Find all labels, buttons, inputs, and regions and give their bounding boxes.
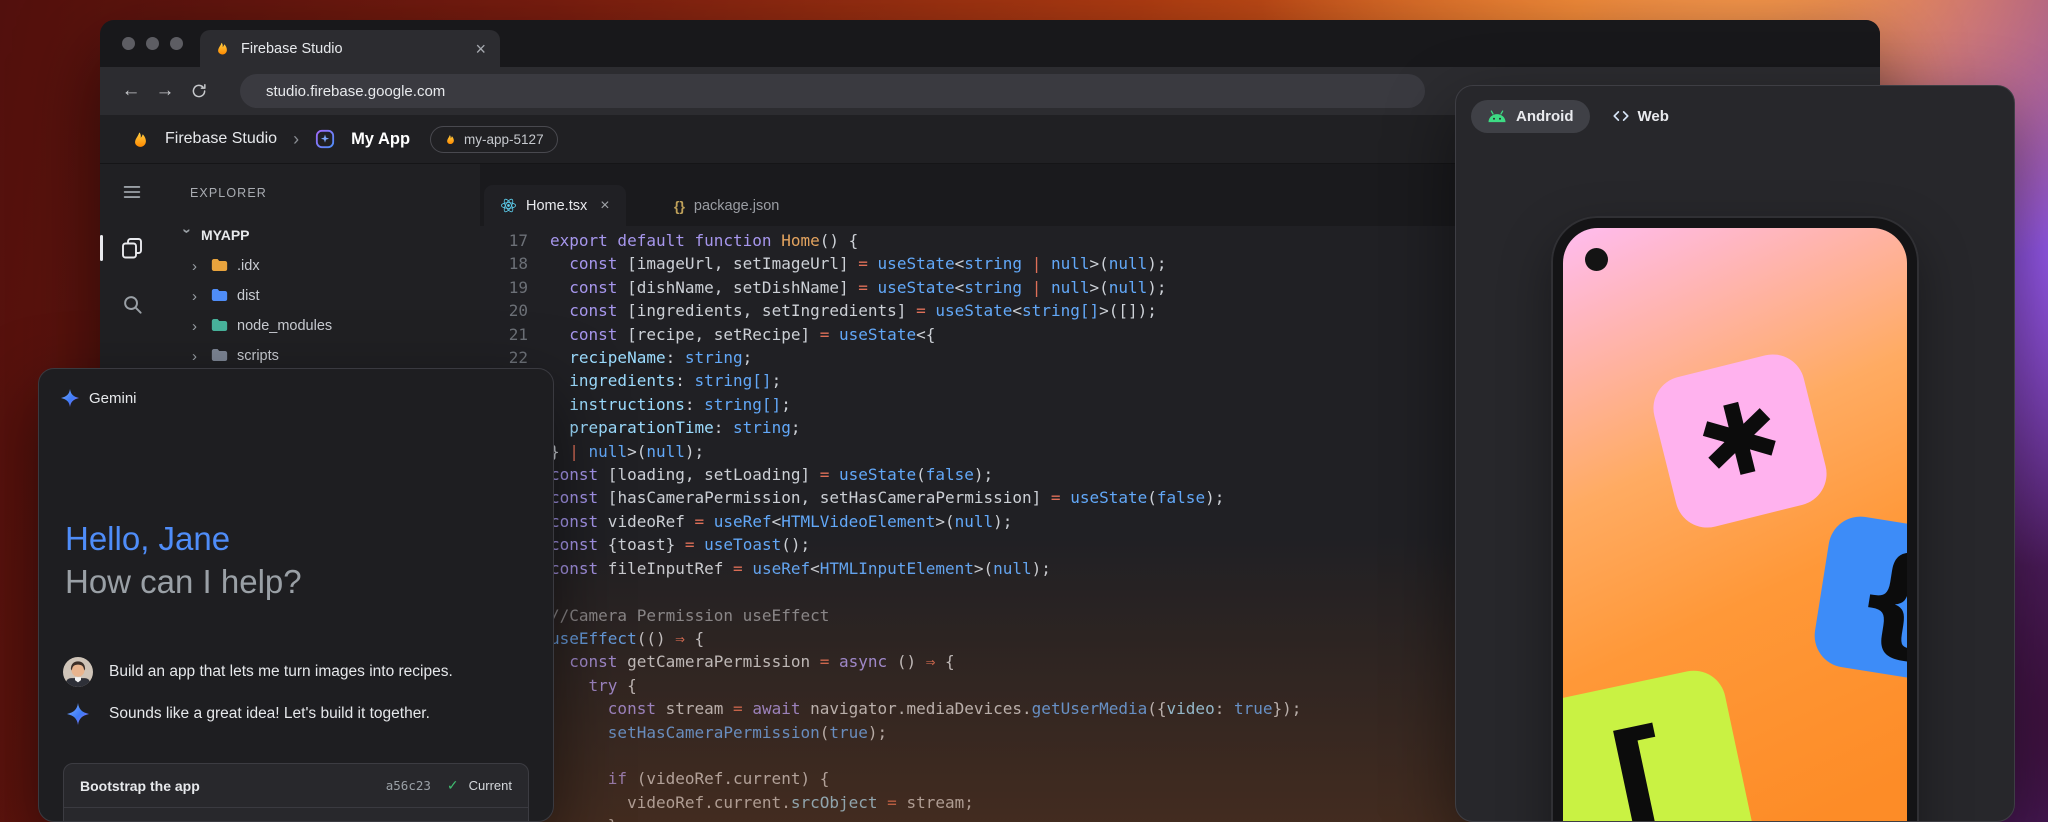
tree-item-label: node_modules xyxy=(237,318,332,334)
tree-item-dist[interactable]: › dist xyxy=(164,281,480,311)
tree-root-label: MYAPP xyxy=(201,227,250,243)
product-name[interactable]: Firebase Studio xyxy=(165,130,277,148)
react-icon xyxy=(500,197,517,214)
app-tile-brace[interactable]: { xyxy=(1810,512,1907,686)
file-tree: › .idx › dist › node_modules › scripts xyxy=(164,251,480,371)
commit-hash: a56c23 xyxy=(386,778,431,793)
tree-item-node_modules[interactable]: › node_modules xyxy=(164,311,480,341)
status-label: Current xyxy=(469,778,512,793)
folder-icon xyxy=(211,348,228,364)
search-icon xyxy=(121,293,144,316)
tree-item-label: dist xyxy=(237,288,260,304)
chevron-down-icon: › xyxy=(179,229,196,239)
firebase-flame-icon xyxy=(214,40,231,57)
tree-item-label: .idx xyxy=(237,258,260,274)
search-rail-button[interactable] xyxy=(100,276,164,332)
device-screen: ✱ { [ xyxy=(1563,228,1907,822)
user-avatar xyxy=(63,657,93,687)
hamburger-menu-icon xyxy=(121,181,143,203)
firebase-flame-icon xyxy=(444,133,457,146)
preview-tab-label: Web xyxy=(1638,108,1669,125)
preview-tabs: Android Web xyxy=(1471,99,1679,133)
editor-tab-label: package.json xyxy=(694,198,779,214)
chat-message-user: Build an app that lets me turn images in… xyxy=(63,657,453,687)
greeting-line-1: Hello, Jane xyxy=(65,517,302,560)
preview-tab-android[interactable]: Android xyxy=(1471,100,1590,133)
chat-message-text: Sounds like a great idea! Let's build it… xyxy=(109,705,430,723)
gemini-title: Gemini xyxy=(89,390,137,407)
window-controls xyxy=(122,37,183,50)
code-brackets-icon xyxy=(1612,107,1630,125)
editor-tab-label: Home.tsx xyxy=(526,198,587,214)
breadcrumb-separator: › xyxy=(293,129,299,150)
reload-button[interactable] xyxy=(182,82,216,100)
tab-title: Firebase Studio xyxy=(241,41,465,57)
editor-tab-home-tsx[interactable]: Home.tsx × xyxy=(484,185,626,226)
editor-tab-package-json[interactable]: {} package.json xyxy=(658,185,795,226)
check-icon: ✓ xyxy=(447,777,459,794)
app-prototype-icon xyxy=(315,129,335,149)
folder-icon xyxy=(211,258,228,274)
tab-close-icon[interactable]: × xyxy=(600,197,609,215)
task-title: Bootstrap the app xyxy=(80,778,376,794)
gemini-sparkle-icon xyxy=(63,703,93,725)
window-control-minimize[interactable] xyxy=(146,37,159,50)
gemini-header: Gemini xyxy=(39,369,553,407)
address-bar[interactable]: studio.firebase.google.com xyxy=(240,74,1425,108)
browser-titlebar: Firebase Studio × xyxy=(100,20,1880,67)
tree-root-myapp[interactable]: › MYAPP xyxy=(164,200,480,243)
gemini-greeting: Hello, Jane How can I help? xyxy=(65,517,302,603)
folder-icon xyxy=(211,288,228,304)
preview-tab-web[interactable]: Web xyxy=(1602,99,1679,133)
chat-message-gemini: Sounds like a great idea! Let's build it… xyxy=(63,703,430,725)
back-button[interactable]: ← xyxy=(114,80,148,102)
chevron-right-icon: › xyxy=(192,258,202,275)
project-badge[interactable]: my-app-5127 xyxy=(430,126,558,153)
address-bar-url: studio.firebase.google.com xyxy=(266,83,445,100)
reload-icon xyxy=(190,82,208,100)
explorer-title: EXPLORER xyxy=(164,164,480,200)
task-card[interactable]: Bootstrap the app a56c23 ✓ Current src/p… xyxy=(63,763,529,822)
app-tile-bracket[interactable]: [ xyxy=(1563,665,1759,822)
explorer-rail-button[interactable] xyxy=(100,220,164,276)
gemini-panel: Gemini Hello, Jane How can I help? Build… xyxy=(38,368,554,822)
tree-item-label: scripts xyxy=(237,348,279,364)
preview-panel: Android Web ✱ { [ xyxy=(1455,85,2015,822)
window-control-maximize[interactable] xyxy=(170,37,183,50)
folder-icon xyxy=(211,318,228,334)
files-icon xyxy=(120,236,144,260)
tree-item-.idx[interactable]: › .idx xyxy=(164,251,480,281)
app-name[interactable]: My App xyxy=(351,130,410,149)
project-badge-label: my-app-5127 xyxy=(464,132,544,147)
tab-close-icon[interactable]: × xyxy=(475,40,486,58)
task-card-header[interactable]: Bootstrap the app a56c23 ✓ Current xyxy=(64,764,528,807)
camera-punch-hole xyxy=(1585,248,1608,271)
chevron-right-icon: › xyxy=(192,288,202,305)
app-tile-asterisk[interactable]: ✱ xyxy=(1647,348,1834,535)
greeting-line-2: How can I help? xyxy=(65,560,302,603)
android-icon xyxy=(1487,110,1507,123)
preview-tab-label: Android xyxy=(1516,108,1574,125)
json-braces-icon: {} xyxy=(674,198,685,214)
task-file-row[interactable]: src/pages/Home.tsx +122 xyxy=(64,808,528,822)
gemini-sparkle-icon xyxy=(61,389,79,407)
window-control-close[interactable] xyxy=(122,37,135,50)
firebase-logo-icon xyxy=(130,129,151,150)
chat-message-text: Build an app that lets me turn images in… xyxy=(109,663,453,681)
desktop-background: Firebase Studio × ← → studio.firebase.go… xyxy=(0,0,2048,822)
chevron-right-icon: › xyxy=(192,348,202,365)
menu-button[interactable] xyxy=(100,164,164,220)
android-device-frame: ✱ { [ xyxy=(1551,216,1919,822)
tree-item-scripts[interactable]: › scripts xyxy=(164,341,480,371)
browser-tab[interactable]: Firebase Studio × xyxy=(200,30,500,67)
forward-button[interactable]: → xyxy=(148,80,182,102)
chevron-right-icon: › xyxy=(192,318,202,335)
